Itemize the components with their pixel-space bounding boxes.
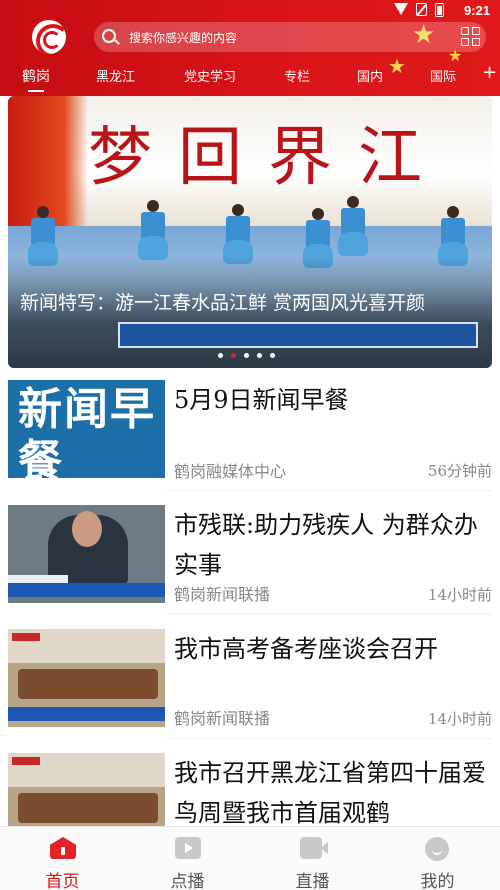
tv-subtitle-bar [118, 322, 478, 348]
profile-icon [425, 837, 449, 861]
active-tab-indicator [28, 90, 44, 92]
no-sim-icon [416, 3, 427, 16]
header: ★ ★ ★ 9:21 搜索你感兴趣的内容 鹤岗 黑龙江 党史学习 专栏 国内 国… [0, 0, 500, 96]
news-item[interactable]: 新闻早餐 5月9日新闻早餐 鹤岗融媒体中心 56分钟前 [8, 380, 492, 481]
news-source: 鹤岗融媒体中心 [174, 462, 287, 481]
nav-live[interactable]: 直播 [250, 827, 375, 890]
home-icon [50, 837, 76, 859]
tab-heilongjiang[interactable]: 黑龙江 [96, 66, 135, 85]
divider [166, 614, 492, 615]
nav-profile[interactable]: 我的 [375, 827, 500, 890]
carousel-dot[interactable] [244, 353, 249, 358]
camera-icon [300, 837, 328, 859]
news-time: 14小时前 [427, 586, 492, 604]
divider [166, 490, 492, 491]
battery-icon [435, 3, 444, 17]
nav-on-demand[interactable]: 点播 [125, 827, 250, 890]
wifi-icon [394, 3, 408, 15]
app-logo[interactable] [32, 20, 66, 54]
channel-tabs: 鹤岗 黑龙江 党史学习 专栏 国内 国际 [0, 62, 500, 92]
carousel-dot[interactable] [257, 353, 262, 358]
news-item[interactable]: 我市召开黑龙江省第四十届爱鸟周暨我市首届观鹤 [8, 753, 492, 826]
news-thumbnail [8, 753, 165, 826]
divider [166, 738, 492, 739]
search-placeholder: 搜索你感兴趣的内容 [129, 31, 238, 45]
news-source: 鹤岗新闻联播 [174, 585, 271, 604]
nav-label: 首页 [45, 872, 80, 890]
carousel-dot-active[interactable] [231, 353, 236, 358]
banner-caption: 新闻特写：游一江春水品江鲜 赏两国风光喜开颜 [20, 292, 426, 314]
nav-label: 直播 [295, 872, 330, 890]
nav-label: 我的 [420, 872, 455, 890]
tab-domestic[interactable]: 国内 [357, 66, 383, 85]
news-item[interactable]: 我市高考备考座谈会召开 鹤岗新闻联播 14小时前 [8, 629, 492, 729]
status-icons [394, 3, 444, 17]
news-thumbnail [8, 629, 165, 727]
news-thumbnail: 新闻早餐 [8, 380, 165, 478]
news-item[interactable]: 市残联:助力残疾人 为群众办实事 鹤岗新闻联播 14小时前 [8, 505, 492, 605]
bottom-navigation: 首页 点播 直播 我的 [0, 826, 500, 890]
carousel-indicator [218, 353, 275, 358]
news-title: 我市高考备考座谈会召开 [174, 635, 438, 663]
app-screen: ★ ★ ★ 9:21 搜索你感兴趣的内容 鹤岗 黑龙江 党史学习 专栏 国内 国… [0, 0, 500, 890]
tab-party-history[interactable]: 党史学习 [184, 66, 236, 85]
news-time: 56分钟前 [427, 462, 492, 480]
search-bar[interactable]: 搜索你感兴趣的内容 [94, 22, 486, 52]
search-icon [102, 29, 116, 43]
tab-hegang[interactable]: 鹤岗 [22, 66, 50, 86]
nav-label: 点播 [170, 872, 205, 890]
news-title: 我市召开黑龙江省第四十届爱鸟周暨我市首届观鹤 [174, 759, 486, 826]
banner-calligraphy: 梦回界江 [88, 121, 448, 195]
carousel-dot[interactable] [218, 353, 223, 358]
nav-home[interactable]: 首页 [0, 827, 125, 890]
news-thumbnail [8, 505, 165, 603]
tv-icon [175, 837, 201, 859]
banner-carousel[interactable]: 梦回界江 新闻特写：游一江春水品江鲜 赏两国风光喜开颜 [8, 96, 492, 368]
thumbnail-text: 新闻早餐 [18, 384, 156, 478]
status-time: 9:21 [463, 3, 490, 18]
tab-column[interactable]: 专栏 [284, 66, 310, 85]
carousel-dot[interactable] [270, 353, 275, 358]
news-title: 市残联:助力残疾人 为群众办实事 [174, 511, 478, 579]
news-time: 14小时前 [427, 710, 492, 728]
category-grid-icon[interactable] [461, 27, 481, 47]
tab-international[interactable]: 国际 [430, 66, 456, 85]
news-source: 鹤岗新闻联播 [174, 709, 271, 728]
add-channel-button[interactable]: + [482, 62, 497, 83]
status-bar: 9:21 [0, 0, 500, 22]
news-title: 5月9日新闻早餐 [174, 386, 349, 414]
